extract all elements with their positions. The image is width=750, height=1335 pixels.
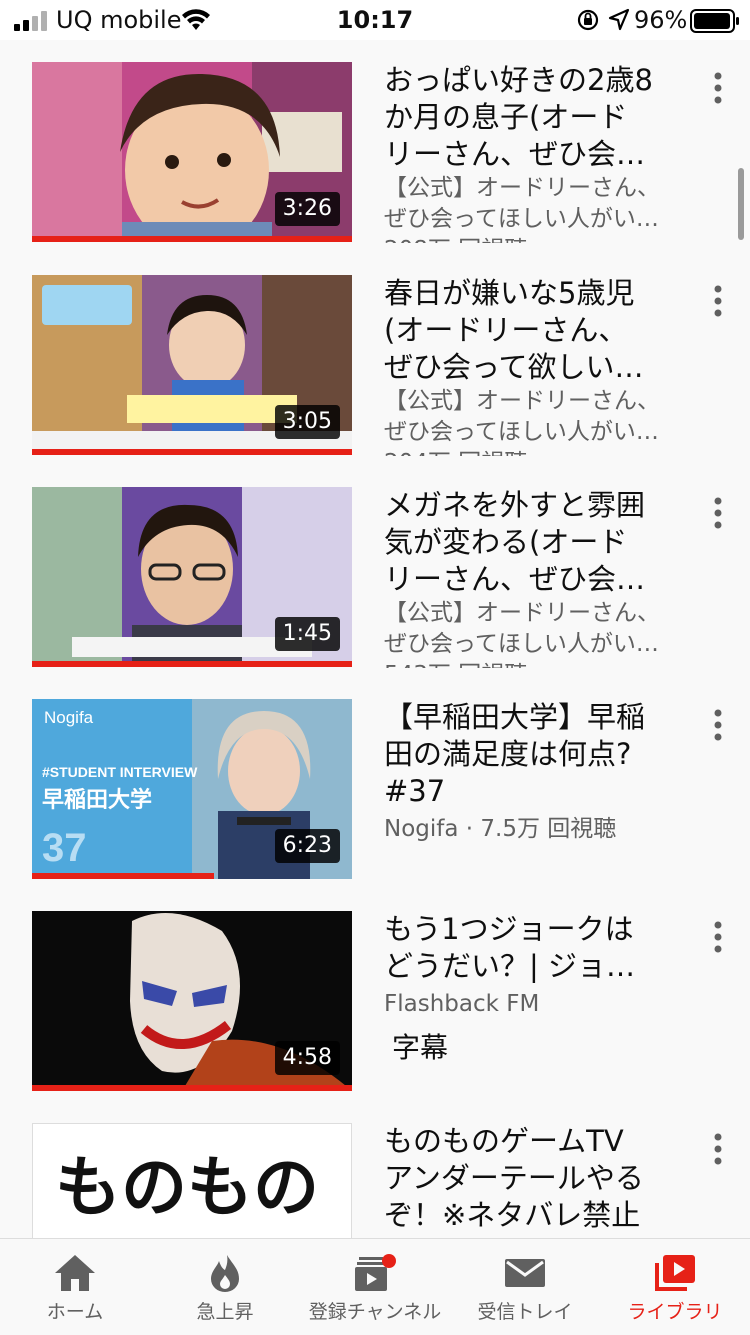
video-meta: 【公式】オードリーさん、 ぜひ会ってほしい人がい… 543万 回視聴 xyxy=(384,600,660,668)
video-meta: 【公式】オードリーさん、 ぜひ会ってほしい人がい… 204万 回視聴 xyxy=(384,388,660,456)
nav-library[interactable]: ライブラリ xyxy=(600,1239,750,1335)
scrollbar[interactable] xyxy=(738,168,744,240)
mail-icon xyxy=(505,1259,545,1287)
video-thumbnail[interactable]: 3:26 xyxy=(32,62,352,242)
video-duration: 3:05 xyxy=(274,405,340,439)
video-item[interactable]: ものもの ものものゲームTV アンダーテールやる ぞ！※ネタバレ禁止 xyxy=(0,1101,750,1238)
video-duration: 6:23 xyxy=(274,829,340,863)
video-meta: 【公式】オードリーさん、 ぜひ会ってほしい人がい… 208万 回視聴 xyxy=(384,175,660,243)
orientation-lock-icon xyxy=(577,9,599,31)
video-info[interactable]: 【早稲田大学】早稲 田の満足度は何点? #37 Nogifa · 7.5万 回視… xyxy=(384,699,684,845)
video-duration: 4:58 xyxy=(274,1041,340,1075)
more-options-icon[interactable] xyxy=(706,919,730,955)
video-duration: 3:26 xyxy=(274,192,340,226)
more-options-icon[interactable] xyxy=(706,70,730,106)
library-icon xyxy=(655,1255,695,1291)
battery-icon xyxy=(690,9,739,33)
video-thumbnail[interactable]: ものもの xyxy=(32,1123,352,1238)
video-title[interactable]: ものものゲームTV アンダーテールやる ぞ！※ネタバレ禁止 xyxy=(384,1123,684,1234)
watch-progress-bar xyxy=(32,236,352,242)
thumbnail-logo: ものもの xyxy=(55,1149,319,1226)
nav-home[interactable]: ホーム xyxy=(0,1239,150,1335)
nav-inbox[interactable]: 受信トレイ xyxy=(450,1239,600,1335)
more-options-icon[interactable] xyxy=(706,1131,730,1167)
watch-progress-bar xyxy=(32,449,352,455)
video-info[interactable]: 春日が嫌いな5歳児 (オードリーさん、 ぜひ会って欲しい… 【公式】オードリーさ… xyxy=(384,275,684,456)
video-item[interactable]: 3:05 春日が嫌いな5歳児 (オードリーさん、 ぜひ会って欲しい… 【公式】オ… xyxy=(0,253,750,456)
video-title[interactable]: 【早稲田大学】早稲 田の満足度は何点? #37 xyxy=(384,699,684,810)
video-item[interactable]: 4:58 もう1つジョークは どうだい？| ジョ… Flashback FM 字… xyxy=(0,889,750,1091)
video-info[interactable]: メガネを外すと雰囲 気が変わる(オード リーさん、ぜひ会… 【公式】オードリーさ… xyxy=(384,487,684,668)
video-meta: Flashback FM xyxy=(384,991,540,1017)
watch-progress-bar xyxy=(32,661,352,667)
video-duration: 1:45 xyxy=(274,617,340,651)
status-bar: UQ mobile 10:17 96% xyxy=(0,0,750,40)
video-title[interactable]: もう1つジョークは どうだい？| ジョ… xyxy=(384,911,684,985)
location-arrow-icon xyxy=(608,8,630,31)
video-item[interactable]: 3:26 おっぱい好きの2歳8 か月の息子(オード リーさん、ぜひ会… 【公式】… xyxy=(0,40,750,243)
video-info[interactable]: ものものゲームTV アンダーテールやる ぞ！※ネタバレ禁止 xyxy=(384,1123,684,1234)
bottom-navigation: ホーム 急上昇 登録チャンネル 受信トレイ ライブラリ xyxy=(0,1238,750,1334)
caption-badge: 字幕 xyxy=(392,1031,449,1064)
video-item[interactable]: 1:45 メガネを外すと雰囲 気が変わる(オード リーさん、ぜひ会… 【公式】オ… xyxy=(0,465,750,668)
video-feed[interactable]: 3:26 おっぱい好きの2歳8 か月の息子(オード リーさん、ぜひ会… 【公式】… xyxy=(0,40,750,1238)
flame-icon xyxy=(211,1255,239,1292)
video-thumbnail[interactable]: 3:05 xyxy=(32,275,352,455)
watch-progress-bar xyxy=(32,873,215,879)
video-item[interactable]: Nogifa #STUDENT INTERVIEW 早稲田大学 37 6:23 … xyxy=(0,677,750,879)
video-title[interactable]: 春日が嫌いな5歳児 (オードリーさん、 ぜひ会って欲しい… xyxy=(384,275,684,386)
more-options-icon[interactable] xyxy=(706,283,730,319)
home-icon xyxy=(55,1255,95,1291)
thumbnail-tag: #STUDENT INTERVIEW xyxy=(42,764,198,780)
battery-percent: 96% xyxy=(634,6,688,34)
thumbnail-brand: Nogifa xyxy=(44,708,94,727)
video-meta: Nogifa · 7.5万 回視聴 xyxy=(384,816,617,842)
thumbnail-number: 37 xyxy=(42,826,87,870)
video-title[interactable]: メガネを外すと雰囲 気が変わる(オード リーさん、ぜひ会… xyxy=(384,487,684,598)
nav-subscriptions[interactable]: 登録チャンネル xyxy=(300,1239,450,1335)
video-thumbnail[interactable]: 1:45 xyxy=(32,487,352,667)
subscriptions-icon xyxy=(355,1254,396,1291)
video-thumbnail[interactable]: 4:58 xyxy=(32,911,352,1091)
more-options-icon[interactable] xyxy=(706,707,730,743)
nav-trending[interactable]: 急上昇 xyxy=(150,1239,300,1335)
watch-progress-bar xyxy=(32,1085,352,1091)
more-options-icon[interactable] xyxy=(706,495,730,531)
video-thumbnail[interactable]: Nogifa #STUDENT INTERVIEW 早稲田大学 37 6:23 xyxy=(32,699,352,879)
thumbnail-school: 早稲田大学 xyxy=(42,788,153,813)
video-title[interactable]: おっぱい好きの2歳8 か月の息子(オード リーさん、ぜひ会… xyxy=(384,62,684,173)
video-info[interactable]: もう1つジョークは どうだい？| ジョ… Flashback FM 字幕 xyxy=(384,911,684,1068)
video-info[interactable]: おっぱい好きの2歳8 か月の息子(オード リーさん、ぜひ会… 【公式】オードリー… xyxy=(384,62,684,243)
